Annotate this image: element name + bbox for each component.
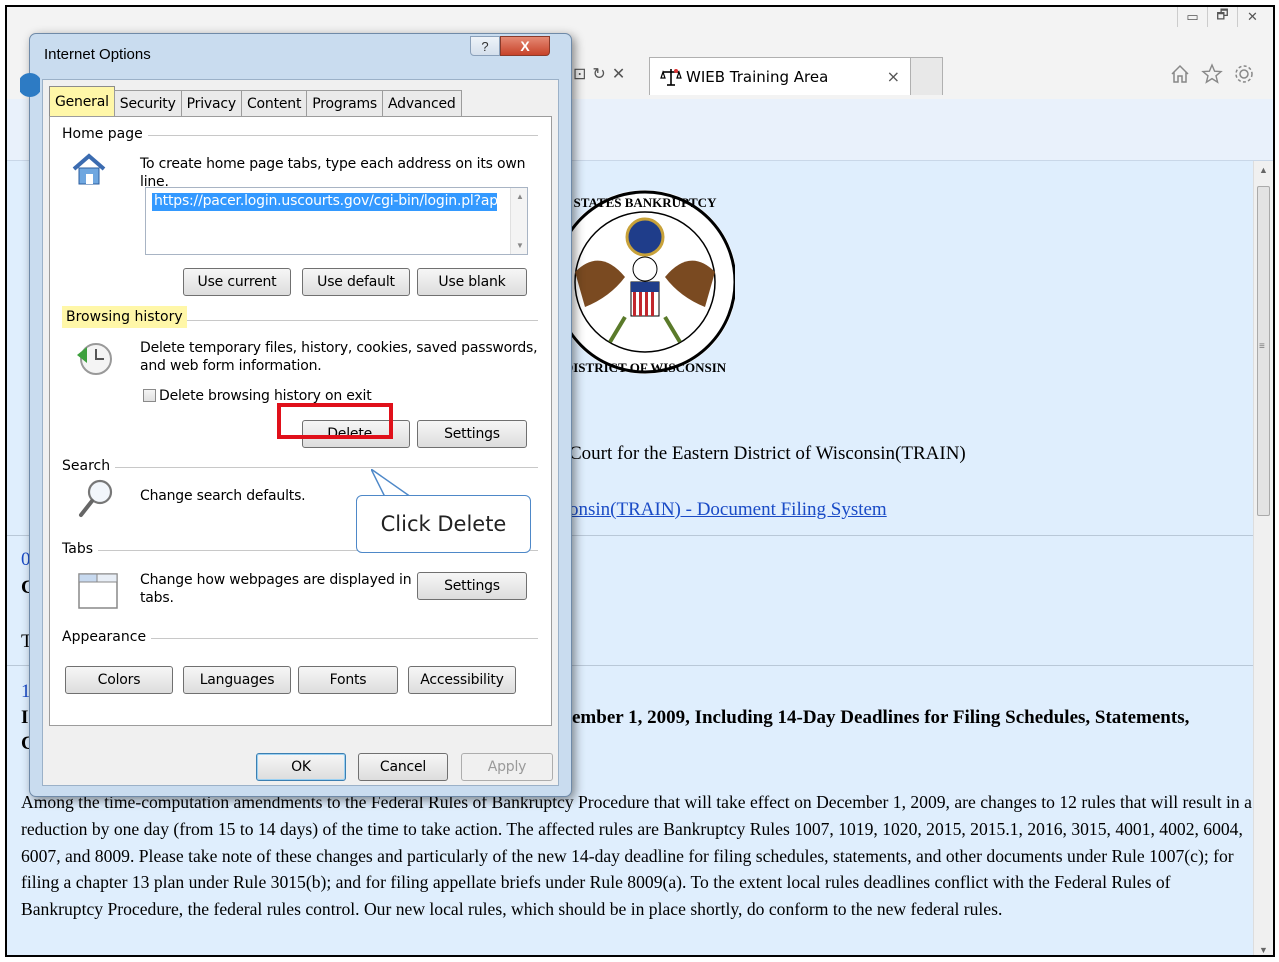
page-scrollbar[interactable]: ▲ ≡ ▼ [1253, 161, 1273, 955]
close-window-button[interactable]: ✕ [1237, 7, 1267, 27]
tabs-window-icon [78, 573, 118, 609]
restore-button[interactable]: 🗗 [1207, 7, 1237, 27]
tab-content[interactable]: Content [240, 90, 308, 116]
appearance-group-label: Appearance [62, 629, 152, 645]
svg-text:STATES BANKRUPTCY: STATES BANKRUPTCY [574, 195, 718, 210]
address-bar-controls: ⊡ ↻ ✕ [567, 59, 647, 89]
accessibility-button[interactable]: Accessibility [408, 666, 516, 694]
browser-tab[interactable]: WIEB Training Area × [649, 57, 911, 95]
dialog-title: Internet Options [44, 46, 151, 63]
court-seal-icon: STATES BANKRUPTCY DISTRICT OF WISCONSIN [555, 190, 735, 375]
search-description: Change search defaults. [140, 488, 306, 504]
tabs-description-2: tabs. [140, 590, 174, 606]
svg-text:DISTRICT OF WISCONSIN: DISTRICT OF WISCONSIN [564, 360, 727, 375]
cancel-button[interactable]: Cancel [358, 753, 448, 781]
browsing-history-description-2: and web form information. [140, 358, 322, 374]
scroll-down-icon[interactable]: ▼ [1259, 945, 1268, 955]
tabs-group-label: Tabs [62, 541, 98, 557]
tabs-settings-button[interactable]: Settings [417, 572, 527, 600]
search-group-label: Search [62, 458, 116, 474]
callout-pointer-icon [371, 469, 411, 497]
use-blank-button[interactable]: Use blank [417, 268, 527, 296]
ie-logo-icon [20, 73, 40, 97]
scales-favicon-icon [660, 68, 682, 86]
home-page-group-label: Home page [62, 126, 148, 142]
apply-button[interactable]: Apply [461, 753, 553, 781]
news-heading: ember 1, 2009, Including 14-Day Deadline… [572, 707, 1190, 728]
browsing-history-description: Delete temporary files, history, cookies… [140, 340, 538, 356]
textarea-scrollbar[interactable]: ▲ ▼ [510, 188, 527, 254]
history-clock-icon [77, 343, 112, 375]
tabs-description: Change how webpages are displayed in [140, 572, 412, 588]
stop-icon[interactable]: ✕ [612, 64, 625, 84]
dialog-tabs: General Security Privacy Content Program… [49, 86, 462, 116]
tab-close-button[interactable]: × [887, 67, 900, 86]
home-page-instructions: To create home page tabs, type each addr… [140, 156, 526, 190]
group-divider [62, 467, 538, 468]
delete-on-exit-checkbox[interactable] [143, 389, 156, 402]
use-default-button[interactable]: Use default [302, 268, 410, 296]
court-title: Court for the Eastern District of Wiscon… [569, 443, 966, 464]
window-controls: ▭ 🗗 ✕ [1177, 7, 1267, 27]
history-settings-button[interactable]: Settings [417, 420, 527, 448]
new-tab-button[interactable] [911, 57, 943, 95]
minimize-button[interactable]: ▭ [1177, 7, 1207, 27]
clipped-text: I [21, 707, 29, 728]
scroll-up-icon[interactable]: ▲ [1259, 165, 1268, 175]
search-magnifier-icon [79, 479, 113, 517]
tab-security[interactable]: Security [113, 90, 182, 116]
home-page-textarea[interactable]: https://pacer.login.uscourts.gov/cgi-bin… [145, 187, 528, 255]
ok-button[interactable]: OK [256, 753, 346, 781]
refresh-icon[interactable]: ↻ [592, 64, 605, 84]
help-button[interactable]: ? [470, 36, 500, 56]
tab-privacy[interactable]: Privacy [180, 90, 242, 116]
dialog-close-button[interactable]: X [500, 36, 550, 56]
tab-programs[interactable]: Programs [306, 90, 384, 116]
news-body: Among the time-computation amendments to… [21, 792, 1252, 920]
home-page-icon [72, 153, 106, 185]
tab-advanced[interactable]: Advanced [382, 90, 462, 116]
languages-button[interactable]: Languages [183, 666, 291, 694]
home-page-url: https://pacer.login.uscourts.gov/cgi-bin… [152, 193, 497, 211]
browsing-history-group-label: Browsing history [62, 306, 187, 328]
colors-button[interactable]: Colors [65, 666, 173, 694]
tab-title: WIEB Training Area [686, 67, 829, 86]
tab-general[interactable]: General [49, 86, 115, 116]
scroll-grip-icon: ≡ [1259, 341, 1265, 352]
fonts-button[interactable]: Fonts [298, 666, 398, 694]
home-icon[interactable] [1169, 63, 1191, 85]
star-icon[interactable] [1201, 63, 1223, 85]
gear-icon[interactable] [1233, 63, 1255, 85]
screenshot-frame: ▭ 🗗 ✕ ⊡ ↻ ✕ WIEB Training Area × STATES … [5, 5, 1275, 957]
compat-view-icon[interactable]: ⊡ [573, 64, 586, 84]
delete-highlight-box [277, 403, 393, 439]
filing-system-link[interactable]: onsin(TRAIN) - Document Filing System [569, 499, 887, 521]
click-delete-callout: Click Delete [356, 495, 531, 553]
use-current-button[interactable]: Use current [183, 268, 291, 296]
browser-toolbar-icons [1169, 63, 1255, 85]
